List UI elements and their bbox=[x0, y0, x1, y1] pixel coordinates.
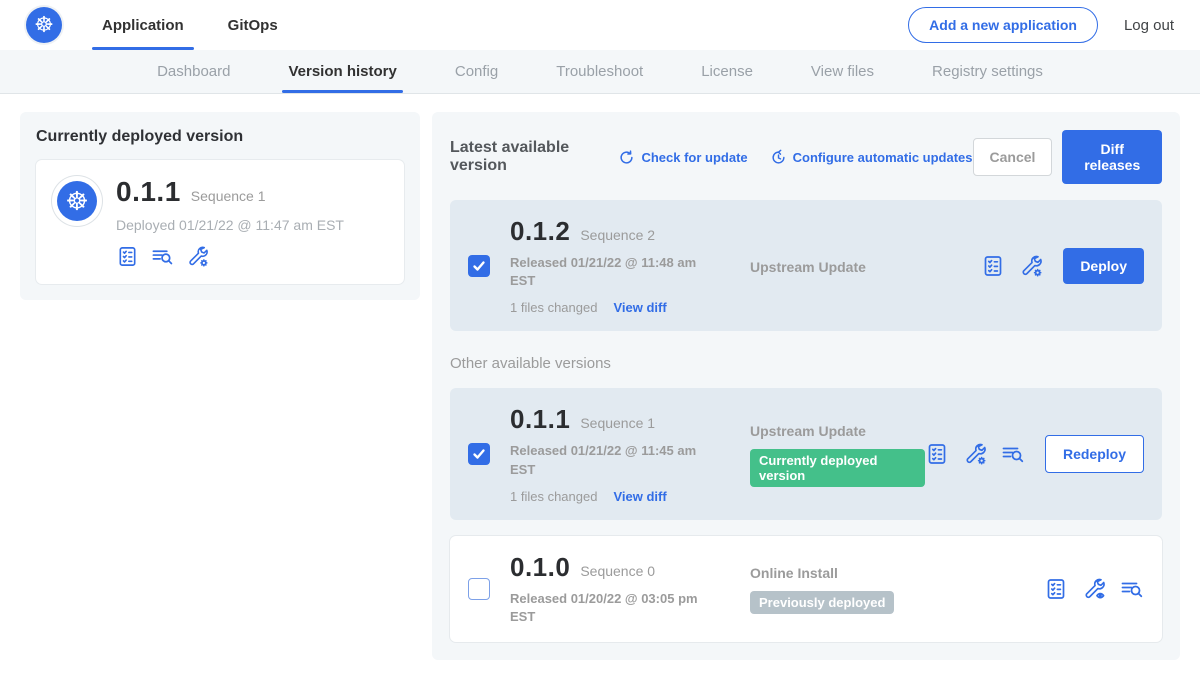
log-out-link[interactable]: Log out bbox=[1124, 17, 1174, 34]
currently-deployed-title: Currently deployed version bbox=[36, 128, 404, 146]
available-versions-header: Latest available version Check for updat… bbox=[450, 130, 1162, 184]
files-changed-label: 1 files changed bbox=[510, 300, 597, 315]
files-changed-label: 1 files changed bbox=[510, 489, 597, 504]
version-files-line: 1 files changed View diff bbox=[510, 300, 750, 315]
version-source-label: Upstream Update bbox=[750, 259, 981, 275]
version-source-label: Upstream Update bbox=[750, 423, 925, 439]
diff-releases-button[interactable]: Diff releases bbox=[1062, 130, 1162, 184]
kubernetes-wheel-icon: ☸ bbox=[34, 14, 54, 36]
add-new-application-button[interactable]: Add a new application bbox=[908, 7, 1098, 43]
version-number: 0.1.1 bbox=[510, 404, 570, 435]
version-actions-column: Deploy bbox=[981, 248, 1144, 284]
redeploy-button[interactable]: Redeploy bbox=[1045, 435, 1144, 473]
version-number: 0.1.0 bbox=[510, 552, 570, 583]
version-released-timestamp: Released 01/21/22 @ 11:45 am EST bbox=[510, 442, 710, 478]
cancel-button[interactable]: Cancel bbox=[973, 138, 1053, 176]
available-versions-panel: Latest available version Check for updat… bbox=[432, 112, 1180, 660]
version-select-checkbox[interactable] bbox=[468, 578, 490, 600]
latest-version-list: 0.1.2 Sequence 2 Released 01/21/22 @ 11:… bbox=[450, 200, 1162, 331]
top-nav: ☸ Application GitOps Add a new applicatio… bbox=[0, 0, 1200, 50]
top-tab-gitops[interactable]: GitOps bbox=[228, 0, 278, 50]
tab-troubleshoot[interactable]: Troubleshoot bbox=[556, 50, 643, 93]
currently-deployed-panel: Currently deployed version ☸ 0.1.1 Seque… bbox=[20, 112, 420, 300]
top-nav-right: Add a new application Log out bbox=[908, 7, 1174, 43]
kubernetes-logo: ☸ bbox=[26, 7, 62, 43]
version-line: 0.1.0 Sequence 0 bbox=[510, 552, 750, 583]
version-source-column: Online Install Previously deployed bbox=[750, 563, 1044, 614]
config-gear-icon[interactable] bbox=[1019, 254, 1043, 278]
version-icons bbox=[925, 442, 1025, 466]
check-for-update-label: Check for update bbox=[641, 150, 747, 165]
version-source-column: Upstream Update bbox=[750, 257, 981, 275]
version-main-column: 0.1.1 Sequence 1 Released 01/21/22 @ 11:… bbox=[510, 404, 750, 503]
other-available-versions-title: Other available versions bbox=[450, 355, 1162, 372]
deployed-version-actions bbox=[116, 245, 344, 268]
app-icon-badge: ☸ bbox=[52, 176, 102, 226]
config-gear-icon[interactable] bbox=[963, 442, 987, 466]
version-icons bbox=[981, 254, 1043, 278]
other-versions-list: 0.1.1 Sequence 1 Released 01/21/22 @ 11:… bbox=[450, 388, 1162, 642]
view-diff-link[interactable]: View diff bbox=[613, 300, 666, 315]
release-notes-icon[interactable] bbox=[925, 442, 949, 466]
version-main-column: 0.1.2 Sequence 2 Released 01/21/22 @ 11:… bbox=[510, 216, 750, 315]
version-released-timestamp: Released 01/21/22 @ 11:48 am EST bbox=[510, 254, 710, 290]
deployed-version-sequence: Sequence 1 bbox=[191, 188, 266, 204]
schedule-update-icon bbox=[770, 149, 787, 166]
tab-version-history[interactable]: Version history bbox=[288, 50, 396, 93]
top-tab-application[interactable]: Application bbox=[102, 0, 184, 50]
check-for-update-link[interactable]: Check for update bbox=[618, 149, 747, 166]
tab-dashboard[interactable]: Dashboard bbox=[157, 50, 230, 93]
tab-config[interactable]: Config bbox=[455, 50, 498, 93]
tab-view-files[interactable]: View files bbox=[811, 50, 874, 93]
config-eye-icon[interactable] bbox=[1082, 577, 1106, 601]
version-source-column: Upstream Update Currently deployed versi… bbox=[750, 421, 925, 487]
latest-available-title: Latest available version bbox=[450, 139, 596, 175]
version-source-label: Online Install bbox=[750, 565, 1044, 581]
main-content: Currently deployed version ☸ 0.1.1 Seque… bbox=[0, 94, 1200, 678]
tab-registry-settings[interactable]: Registry settings bbox=[932, 50, 1043, 93]
version-files-line: 1 files changed View diff bbox=[510, 489, 750, 504]
refresh-icon bbox=[618, 149, 635, 166]
release-notes-icon[interactable] bbox=[981, 254, 1005, 278]
version-sequence: Sequence 2 bbox=[580, 227, 655, 243]
version-actions-column bbox=[1044, 577, 1144, 601]
version-released-timestamp: Released 01/20/22 @ 03:05 pm EST bbox=[510, 590, 710, 626]
release-notes-icon[interactable] bbox=[1044, 577, 1068, 601]
logs-icon[interactable] bbox=[151, 245, 174, 268]
deployed-version-card: ☸ 0.1.1 Sequence 1 Deployed 01/21/22 @ 1… bbox=[36, 160, 404, 284]
deployed-version-line: 0.1.1 Sequence 1 bbox=[116, 176, 344, 208]
version-actions-column: Redeploy bbox=[925, 435, 1144, 473]
version-status-badge: Currently deployed version bbox=[750, 449, 925, 487]
version-line: 0.1.2 Sequence 2 bbox=[510, 216, 750, 247]
version-row[interactable]: 0.1.2 Sequence 2 Released 01/21/22 @ 11:… bbox=[450, 200, 1162, 331]
kubernetes-app-icon: ☸ bbox=[57, 181, 97, 221]
configure-automatic-updates-link[interactable]: Configure automatic updates bbox=[770, 149, 973, 166]
config-gear-icon[interactable] bbox=[186, 245, 209, 268]
tab-license[interactable]: License bbox=[701, 50, 753, 93]
release-notes-icon[interactable] bbox=[116, 245, 139, 268]
version-select-checkbox[interactable] bbox=[468, 255, 490, 277]
version-icons bbox=[1044, 577, 1144, 601]
view-diff-link[interactable]: View diff bbox=[613, 489, 666, 504]
version-status-badge: Previously deployed bbox=[750, 591, 894, 614]
logs-icon[interactable] bbox=[1001, 442, 1025, 466]
version-sequence: Sequence 0 bbox=[580, 563, 655, 579]
version-sequence: Sequence 1 bbox=[580, 415, 655, 431]
deployed-version-details: 0.1.1 Sequence 1 Deployed 01/21/22 @ 11:… bbox=[116, 176, 344, 268]
deployed-version-number: 0.1.1 bbox=[116, 176, 181, 208]
deployed-timestamp: Deployed 01/21/22 @ 11:47 am EST bbox=[116, 217, 344, 233]
app-sub-nav: Dashboard Version history Config Troublesho… bbox=[0, 50, 1200, 94]
version-select-checkbox[interactable] bbox=[468, 443, 490, 465]
version-row[interactable]: 0.1.1 Sequence 1 Released 01/21/22 @ 11:… bbox=[450, 388, 1162, 519]
deploy-button[interactable]: Deploy bbox=[1063, 248, 1144, 284]
version-number: 0.1.2 bbox=[510, 216, 570, 247]
configure-automatic-updates-label: Configure automatic updates bbox=[793, 150, 973, 165]
version-main-column: 0.1.0 Sequence 0 Released 01/20/22 @ 03:… bbox=[510, 552, 750, 626]
top-nav-tabs: Application GitOps bbox=[102, 0, 322, 50]
version-row[interactable]: 0.1.0 Sequence 0 Released 01/20/22 @ 03:… bbox=[450, 536, 1162, 642]
version-line: 0.1.1 Sequence 1 bbox=[510, 404, 750, 435]
logs-icon[interactable] bbox=[1120, 577, 1144, 601]
